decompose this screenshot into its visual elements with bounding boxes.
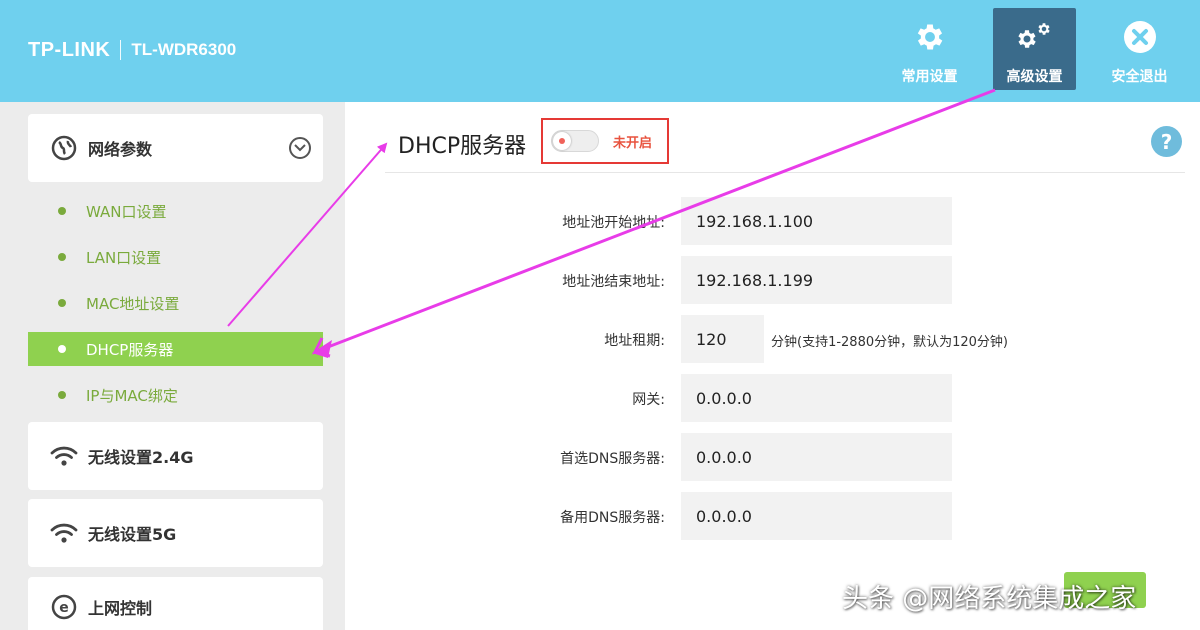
bullet-icon	[58, 253, 66, 261]
page-title: DHCP服务器	[398, 134, 527, 159]
pool-start-input[interactable]: 192.168.1.100	[681, 197, 952, 245]
sidebar-menu-wireless-24g[interactable]: 无线设置2.4G	[28, 422, 323, 490]
sidebar-item-label: WAN口设置	[86, 202, 167, 221]
bullet-icon	[58, 391, 66, 399]
sidebar-item-mac[interactable]: MAC地址设置	[28, 286, 323, 320]
bullet-icon	[58, 207, 66, 215]
pool-end-input[interactable]: 192.168.1.199	[681, 256, 952, 304]
sidebar-item-label: DHCP服务器	[86, 340, 174, 359]
sidebar-item-lan[interactable]: LAN口设置	[28, 240, 323, 274]
sidebar-item-label: LAN口设置	[86, 248, 162, 267]
advanced-settings-label: 高级设置	[1006, 69, 1063, 85]
top-header: TP-LINK TL-WDR6300 常用设置 高级设置 安全退出	[0, 0, 1200, 102]
secondary-dns-label: 备用DNS服务器:	[560, 510, 665, 526]
chevron-down-icon[interactable]	[289, 137, 311, 159]
close-circle-icon	[1123, 18, 1157, 56]
primary-dns-label: 首选DNS服务器:	[560, 451, 665, 467]
brand-logo: TP-LINK	[28, 38, 111, 61]
wifi-icon	[50, 519, 78, 547]
dhcp-toggle-highlight: 未开启	[541, 118, 669, 164]
sidebar: 网络参数 WAN口设置 LAN口设置 MAC地址设置 DHCP服务器 IP与MA…	[0, 102, 345, 630]
toggle-knob	[553, 132, 571, 150]
sidebar-menu-network-label: 网络参数	[88, 140, 153, 159]
sidebar-menu-access-control[interactable]: e 上网控制	[28, 577, 323, 630]
bullet-icon	[58, 345, 66, 353]
divider	[385, 172, 1185, 173]
bullet-icon	[58, 299, 66, 307]
dhcp-status-text: 未开启	[613, 135, 653, 151]
sidebar-menu-access-control-label: 上网控制	[88, 599, 153, 618]
help-icon[interactable]: ?	[1151, 126, 1182, 157]
gears-icon	[1011, 18, 1059, 56]
sidebar-item-label: IP与MAC绑定	[86, 386, 178, 405]
wifi-icon	[50, 442, 78, 470]
common-settings-label: 常用设置	[901, 69, 958, 85]
common-settings-button[interactable]: 常用设置	[888, 8, 971, 90]
secondary-dns-input[interactable]: 0.0.0.0	[681, 492, 952, 540]
sidebar-item-wan[interactable]: WAN口设置	[28, 194, 323, 228]
dhcp-enable-toggle[interactable]	[551, 130, 599, 152]
internet-e-icon: e	[50, 593, 78, 621]
lease-time-input[interactable]: 120	[681, 315, 764, 363]
pool-end-label: 地址池结束地址:	[562, 274, 665, 290]
gateway-input[interactable]: 0.0.0.0	[681, 374, 952, 422]
sidebar-item-ip-mac-binding[interactable]: IP与MAC绑定	[28, 378, 323, 412]
primary-dns-input[interactable]: 0.0.0.0	[681, 433, 952, 481]
logout-button[interactable]: 安全退出	[1098, 8, 1181, 90]
watermark: 头条 @网络系统集成之家	[842, 584, 1137, 614]
lease-time-label: 地址租期:	[604, 333, 665, 349]
lease-time-hint: 分钟(支持1-2880分钟，默认为120分钟)	[771, 335, 1009, 350]
sidebar-menu-wireless-5g[interactable]: 无线设置5G	[28, 499, 323, 567]
sidebar-item-label: MAC地址设置	[86, 294, 180, 313]
sidebar-item-dhcp[interactable]: DHCP服务器	[28, 332, 323, 366]
sidebar-menu-wireless-24g-label: 无线设置2.4G	[88, 448, 194, 467]
gear-icon	[913, 18, 947, 56]
globe-icon	[50, 134, 78, 162]
brand-divider	[120, 40, 122, 60]
main-panel: DHCP服务器 未开启 ? 地址池开始地址: 192.168.1.100 地址池…	[345, 102, 1200, 630]
brand: TP-LINK TL-WDR6300	[28, 38, 236, 62]
pool-start-label: 地址池开始地址:	[562, 215, 665, 231]
advanced-settings-button[interactable]: 高级设置	[993, 8, 1076, 90]
gateway-label: 网关:	[632, 392, 665, 408]
sidebar-menu-network[interactable]: 网络参数	[28, 114, 323, 182]
sidebar-menu-wireless-5g-label: 无线设置5G	[88, 525, 177, 544]
router-model: TL-WDR6300	[131, 40, 237, 59]
logout-label: 安全退出	[1111, 69, 1168, 85]
svg-text:e: e	[59, 600, 69, 616]
